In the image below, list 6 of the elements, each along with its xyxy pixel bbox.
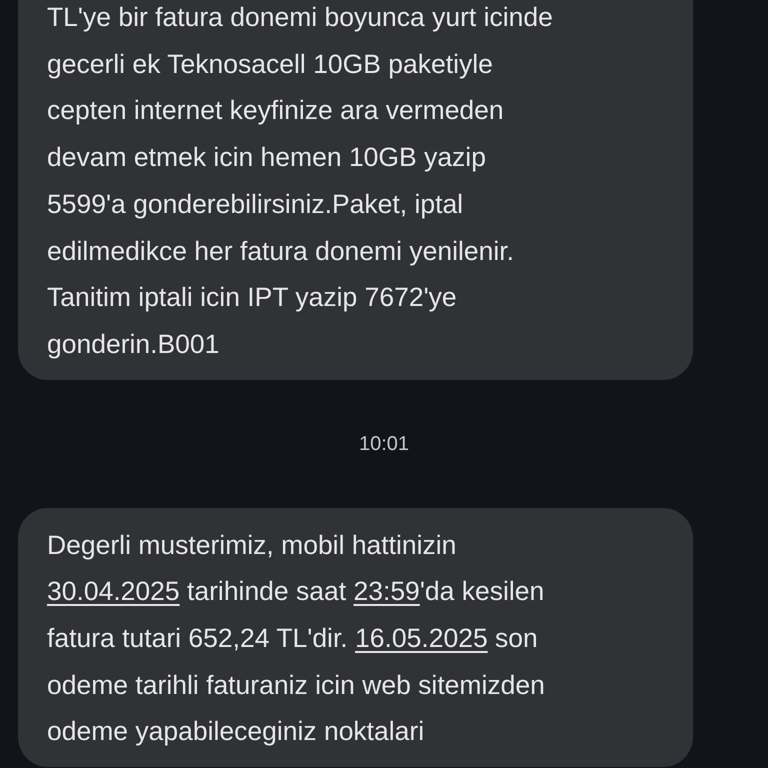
- message-text: TL'ye bir fatura donemi boyunca yurt icinde gecerli ek Teknosacell 10GB paketiyle cepten internet keyfinize ara vermeden devam etmek icin hemen 10GB yazip 5599'a gonderebilirsiniz.Paket, iptal edilmedikce her fatura donemi yenilenir. Tanitim iptali icin IPT yazip 7672'ye gonderin.B001: [47, 1, 554, 361]
- timestamp: 10:01: [358, 432, 410, 455]
- message-text: Degerli musterimiz, mobil hattinizin 30.04.2025 tarihinde saat 23:59'da kesilen fatura tutari 652,24 TL'dir. 16.05.2025 son odeme tarihli faturaniz icin web sitemizden odeme yapabileceginiz noktalari: [47, 528, 546, 748]
- date-link[interactable]: 16.05.2025: [355, 623, 488, 654]
- date-link[interactable]: 23:59: [353, 576, 420, 606]
- date-link[interactable]: 30.04.2025: [47, 576, 180, 606]
